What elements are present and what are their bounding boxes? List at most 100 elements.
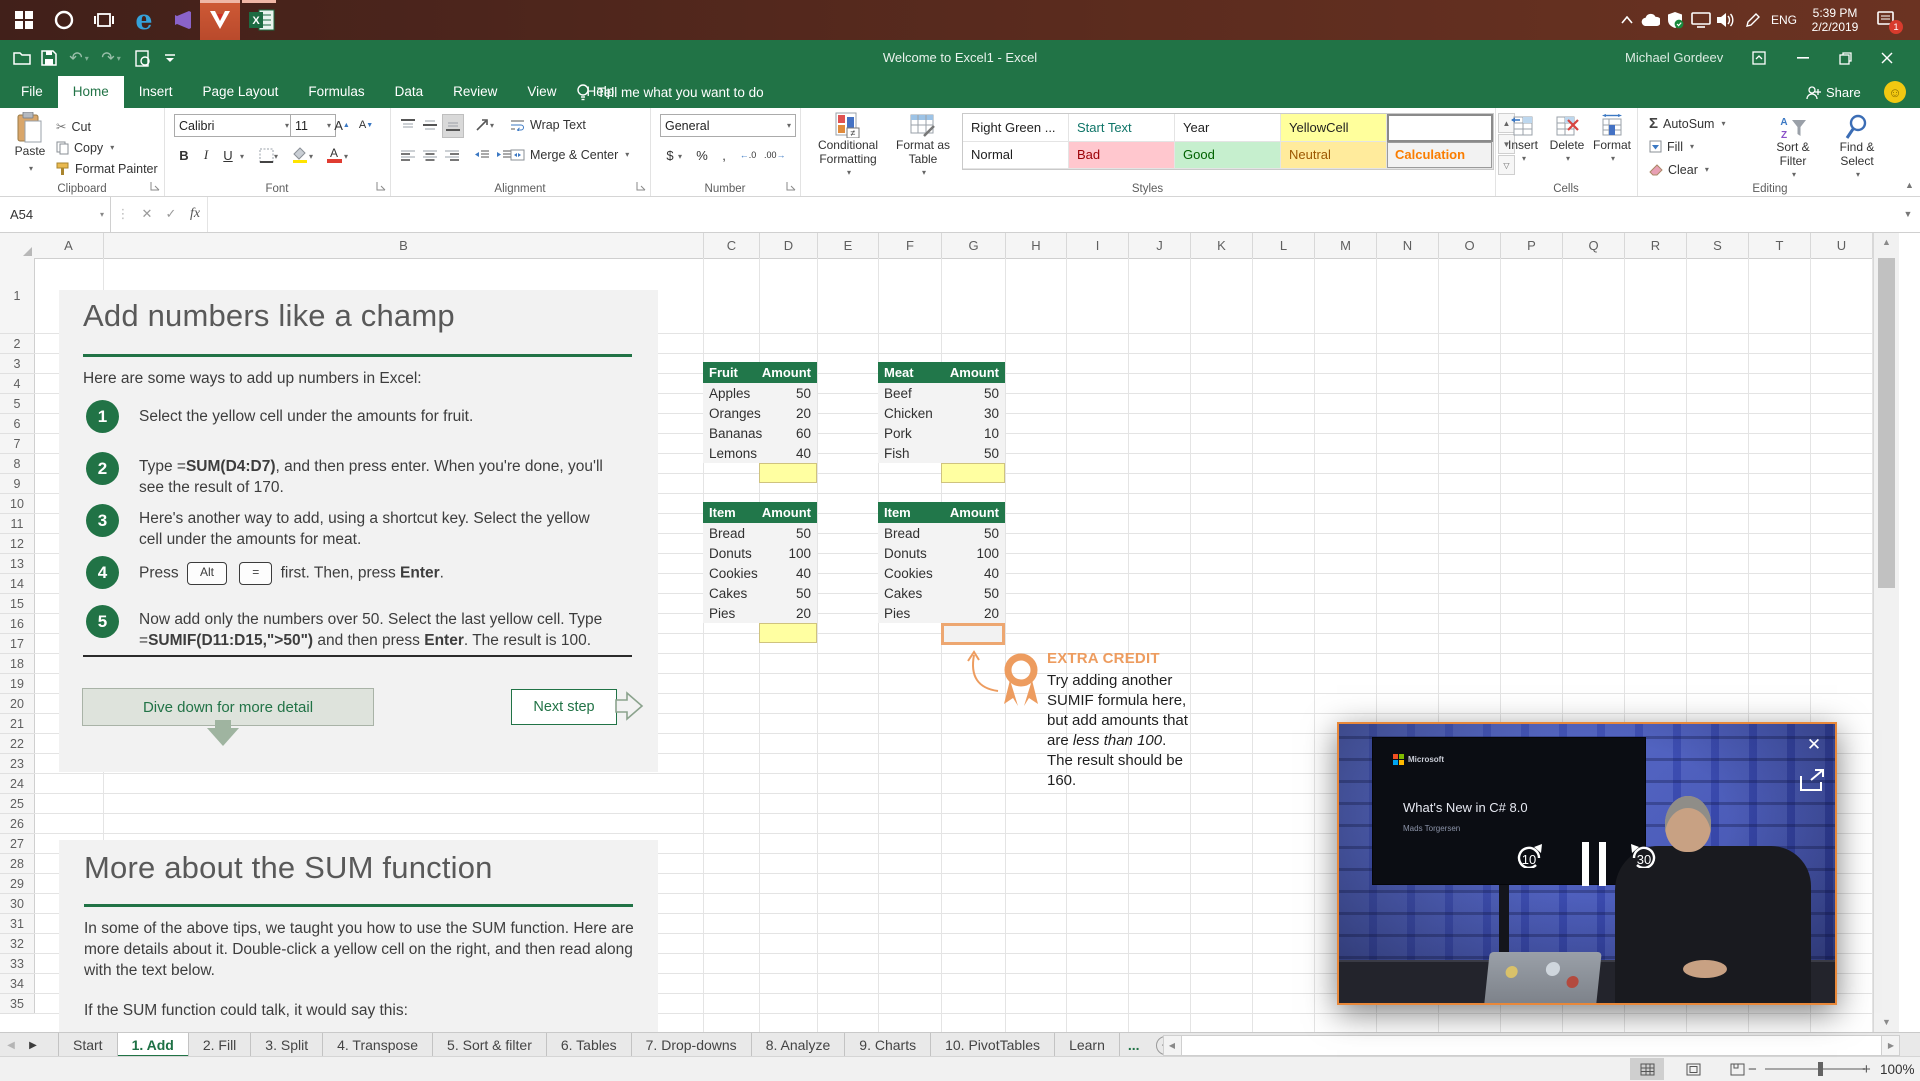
row-header-15[interactable]: 15 bbox=[0, 594, 35, 614]
edge-browser-icon[interactable]: e bbox=[124, 0, 164, 40]
amount-cell[interactable]: 20 bbox=[759, 606, 817, 621]
item-cell[interactable]: Fish bbox=[878, 446, 941, 461]
sheet-tab-3-split[interactable]: 3. Split bbox=[251, 1033, 323, 1057]
accounting-dropdown-icon[interactable]: ▾ bbox=[678, 152, 682, 161]
column-header-r[interactable]: R bbox=[1625, 232, 1687, 259]
select-all-corner[interactable] bbox=[0, 232, 35, 259]
column-header-p[interactable]: P bbox=[1501, 232, 1563, 259]
cell-style-normal[interactable]: Normal bbox=[963, 142, 1069, 170]
visual-studio-icon[interactable] bbox=[164, 0, 204, 40]
forward-30-button[interactable]: 30 bbox=[1629, 842, 1659, 867]
sheet-tab-learn[interactable]: Learn bbox=[1055, 1033, 1120, 1057]
next-step-button[interactable]: Next step bbox=[511, 689, 617, 725]
row-header-7[interactable]: 7 bbox=[0, 434, 35, 454]
tray-chevron-icon[interactable] bbox=[1616, 0, 1638, 40]
amount-cell[interactable]: 50 bbox=[941, 446, 1005, 461]
amount-cell[interactable]: 10 bbox=[941, 426, 1005, 441]
scroll-right-icon[interactable]: ▶ bbox=[1883, 1036, 1899, 1055]
ribbon-tab-data[interactable]: Data bbox=[380, 76, 439, 108]
pause-button[interactable] bbox=[1582, 842, 1606, 886]
amount-cell[interactable]: 50 bbox=[941, 586, 1005, 601]
row-header-29[interactable]: 29 bbox=[0, 874, 35, 894]
zoom-in-icon[interactable]: + bbox=[1862, 1057, 1871, 1081]
row-header-35[interactable]: 35 bbox=[0, 994, 35, 1014]
comma-style-icon[interactable]: , bbox=[714, 144, 734, 166]
ribbon-tab-page-layout[interactable]: Page Layout bbox=[188, 76, 294, 108]
autosum-button[interactable]: Σ AutoSum▾ bbox=[1649, 113, 1725, 134]
sheet-tab-1-add[interactable]: 1. Add bbox=[118, 1033, 189, 1057]
sheet-tab-start[interactable]: Start bbox=[59, 1033, 118, 1057]
ribbon-tab-review[interactable]: Review bbox=[438, 76, 512, 108]
sheet-tab-7-drop-downs[interactable]: 7. Drop-downs bbox=[632, 1033, 752, 1057]
scroll-up-icon[interactable]: ▲ bbox=[1874, 232, 1899, 252]
row-header-5[interactable]: 5 bbox=[0, 394, 35, 414]
ribbon-tab-file[interactable]: File bbox=[6, 76, 58, 108]
collapse-ribbon-icon[interactable]: ▲ bbox=[1905, 180, 1914, 190]
vertical-scrollbar[interactable]: ▲ ▼ bbox=[1873, 232, 1899, 1032]
sheet-tab-2-fill[interactable]: 2. Fill bbox=[189, 1033, 251, 1057]
amount-cell[interactable]: 30 bbox=[941, 406, 1005, 421]
sheet-nav-prev-icon[interactable]: ◀ bbox=[0, 1033, 22, 1057]
sumif-target-cell[interactable] bbox=[941, 623, 1005, 645]
middle-align-icon[interactable] bbox=[420, 114, 440, 136]
decrease-decimal-icon[interactable]: .00→ bbox=[764, 144, 786, 166]
cancel-entry-icon[interactable]: ✕ bbox=[135, 196, 159, 232]
row-header-26[interactable]: 26 bbox=[0, 814, 35, 834]
insert-function-button[interactable]: fx bbox=[183, 196, 207, 232]
row-header-32[interactable]: 32 bbox=[0, 934, 35, 954]
conditional-formatting-button[interactable]: ≠ Conditional Formatting ▾ bbox=[812, 112, 884, 180]
open-file-icon[interactable] bbox=[8, 40, 36, 76]
item-cell[interactable]: Pies bbox=[703, 606, 759, 621]
video-popout-icon[interactable] bbox=[1799, 768, 1827, 792]
column-header-n[interactable]: N bbox=[1377, 232, 1439, 259]
row-header-13[interactable]: 13 bbox=[0, 554, 35, 574]
column-header-d[interactable]: D bbox=[760, 232, 818, 259]
vertical-scroll-thumb[interactable] bbox=[1878, 258, 1895, 588]
font-color-icon[interactable]: A bbox=[324, 144, 344, 166]
amount-cell[interactable]: 100 bbox=[759, 546, 817, 561]
row-header-20[interactable]: 20 bbox=[0, 694, 35, 714]
redo-icon[interactable]: ↷▾ bbox=[96, 40, 126, 76]
delete-cells-button[interactable]: Delete ▾ bbox=[1547, 114, 1587, 166]
font-color-dropdown-icon[interactable]: ▾ bbox=[344, 152, 348, 161]
insert-cells-button[interactable]: Insert ▾ bbox=[1503, 114, 1543, 166]
rewind-10-button[interactable]: 10 bbox=[1514, 842, 1544, 867]
row-header-3[interactable]: 3 bbox=[0, 354, 35, 374]
merge-center-button[interactable]: Merge & Center▾ bbox=[510, 144, 629, 165]
print-preview-icon[interactable] bbox=[130, 40, 156, 76]
percent-style-icon[interactable]: % bbox=[692, 144, 712, 166]
security-shield-icon[interactable] bbox=[1663, 0, 1687, 40]
action-center-icon[interactable]: 1 bbox=[1870, 0, 1904, 40]
font-size-combo[interactable]: 11▾ bbox=[290, 114, 336, 137]
clear-button[interactable]: Clear▾ bbox=[1649, 159, 1709, 180]
row-header-18[interactable]: 18 bbox=[0, 654, 35, 674]
close-button[interactable] bbox=[1870, 40, 1904, 76]
column-header-k[interactable]: K bbox=[1191, 232, 1253, 259]
network-display-icon[interactable] bbox=[1689, 0, 1713, 40]
amount-cell[interactable]: 40 bbox=[759, 446, 817, 461]
onedrive-icon[interactable] bbox=[1638, 0, 1662, 40]
start-button-icon[interactable] bbox=[4, 0, 44, 40]
row-header-6[interactable]: 6 bbox=[0, 414, 35, 434]
ribbon-tab-formulas[interactable]: Formulas bbox=[293, 76, 379, 108]
row-header-31[interactable]: 31 bbox=[0, 914, 35, 934]
cell-style-bad[interactable]: Bad bbox=[1069, 142, 1175, 170]
scroll-down-icon[interactable]: ▼ bbox=[1874, 1012, 1899, 1032]
font-name-combo[interactable]: Calibri▾ bbox=[174, 114, 294, 137]
row-header-30[interactable]: 30 bbox=[0, 894, 35, 914]
expand-formula-bar-icon[interactable]: ▼ bbox=[1896, 196, 1920, 232]
row-header-4[interactable]: 4 bbox=[0, 374, 35, 394]
copy-button[interactable]: Copy▾ bbox=[56, 137, 158, 158]
zoom-out-icon[interactable]: − bbox=[1748, 1057, 1757, 1081]
column-header-o[interactable]: O bbox=[1439, 232, 1501, 259]
column-header-e[interactable]: E bbox=[818, 232, 879, 259]
increase-font-icon[interactable]: A▲ bbox=[332, 114, 352, 136]
row-header-19[interactable]: 19 bbox=[0, 674, 35, 694]
column-header-b[interactable]: B bbox=[104, 232, 704, 259]
cell-style-blank[interactable] bbox=[1387, 114, 1493, 142]
amount-cell[interactable]: 40 bbox=[759, 566, 817, 581]
item-cell[interactable]: Bananas bbox=[703, 426, 759, 441]
align-right-icon[interactable] bbox=[442, 144, 462, 166]
orientation-icon[interactable] bbox=[472, 114, 492, 136]
clipboard-dialog-launcher-icon[interactable] bbox=[150, 181, 161, 192]
